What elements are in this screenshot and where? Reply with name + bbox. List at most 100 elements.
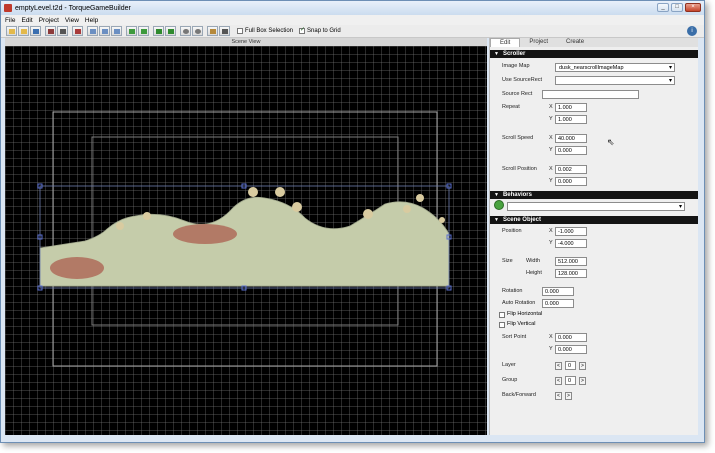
collapse-triangle-icon: ▼ xyxy=(494,51,499,57)
flip-vertical-checkbox[interactable] xyxy=(499,322,505,328)
rotation-input[interactable]: 0.000 xyxy=(542,287,574,296)
scene-canvas[interactable] xyxy=(5,46,487,435)
layer-label: Layer xyxy=(502,362,516,368)
send-back-button[interactable]: < xyxy=(555,392,562,400)
minimize-icon[interactable]: _ xyxy=(657,3,669,12)
zoom-out-icon[interactable] xyxy=(192,26,203,36)
menu-file[interactable]: File xyxy=(5,17,15,24)
import-icon[interactable] xyxy=(45,26,56,36)
open-icon[interactable] xyxy=(18,26,29,36)
new-icon[interactable] xyxy=(6,26,17,36)
image-map-dropdown[interactable]: dusk_nearscrollImageMap xyxy=(555,63,675,72)
tab-create[interactable]: Create xyxy=(557,38,593,47)
shrub-6 xyxy=(363,209,373,219)
layers-icon[interactable] xyxy=(219,26,230,36)
rock-left xyxy=(50,257,104,279)
behavior-dropdown[interactable] xyxy=(507,202,685,211)
shrub-1 xyxy=(116,222,124,230)
group-label: Group xyxy=(502,377,518,383)
save-icon[interactable] xyxy=(30,26,41,36)
zoom-in-icon[interactable] xyxy=(180,26,191,36)
snap-to-grid-checkbox[interactable] xyxy=(299,26,305,34)
layer-decrement-button[interactable]: < xyxy=(555,362,562,370)
scroll-speed-x-label: X xyxy=(549,135,553,141)
sort-point-y-input[interactable]: 0.000 xyxy=(555,345,587,354)
scroll-speed-y-label: Y xyxy=(549,147,553,153)
menu-edit[interactable]: Edit xyxy=(21,17,32,24)
flip-vertical-label: Flip Vertical xyxy=(507,321,536,327)
mouse-cursor-icon: ⇖ xyxy=(607,137,615,147)
group-decrement-button[interactable]: < xyxy=(555,377,562,385)
sort-point-x-input[interactable]: 0.000 xyxy=(555,333,587,342)
use-source-rect-dropdown[interactable] xyxy=(555,76,675,85)
behaviors-section-header[interactable]: ▼ Behaviors xyxy=(490,191,698,199)
scroll-position-x-label: X xyxy=(549,166,553,172)
export-icon[interactable] xyxy=(57,26,68,36)
scene-view[interactable] xyxy=(5,46,487,435)
use-source-rect-label: Use SourceRect xyxy=(502,77,543,83)
menu-help[interactable]: Help xyxy=(85,17,98,24)
full-box-selection-label: Full Box Selection xyxy=(245,28,294,34)
layer-input[interactable]: 0 xyxy=(565,361,576,370)
scene-object-section-header[interactable]: ▼ Scene Object xyxy=(490,216,698,224)
tab-project[interactable]: Project xyxy=(520,38,557,47)
scroll-speed-x-input[interactable]: 40.000 xyxy=(555,134,587,143)
close-icon[interactable]: × xyxy=(685,3,701,12)
full-box-selection-checkbox[interactable] xyxy=(237,28,243,34)
group-input[interactable]: 0 xyxy=(565,376,576,385)
repeat-x-input[interactable]: 1.000 xyxy=(555,103,587,112)
run-game-icon[interactable] xyxy=(165,26,176,36)
size-label: Size xyxy=(502,258,513,264)
tab-edit[interactable]: Edit xyxy=(490,38,521,47)
app-logo-icon xyxy=(4,4,12,12)
copy-icon[interactable] xyxy=(87,26,98,36)
shrub-2 xyxy=(143,212,151,220)
position-y-label: Y xyxy=(549,240,553,246)
menu-project[interactable]: Project xyxy=(39,17,59,24)
add-behavior-icon[interactable] xyxy=(494,200,504,210)
delete-icon[interactable] xyxy=(111,26,122,36)
bring-forward-button[interactable]: > xyxy=(565,392,572,400)
flip-horizontal-label: Flip Horizontal xyxy=(507,311,543,317)
panel-tabs: Edit Project Create xyxy=(490,38,698,47)
sort-point-label: Sort Point xyxy=(502,334,527,340)
scroll-position-x-input[interactable]: 0.002 xyxy=(555,165,587,174)
scroll-position-y-label: Y xyxy=(549,178,553,184)
height-input[interactable]: 128.000 xyxy=(555,269,587,278)
source-rect-input[interactable] xyxy=(542,90,639,99)
auto-rotation-input[interactable]: 0.000 xyxy=(542,299,574,308)
back-forward-label: Back/Forward xyxy=(502,392,536,398)
shrub-4 xyxy=(275,187,285,197)
repeat-y-input[interactable]: 1.000 xyxy=(555,115,587,124)
menu-view[interactable]: View xyxy=(65,17,79,24)
group-increment-button[interactable]: > xyxy=(579,377,586,385)
menu-bar: File Edit Project View Help xyxy=(1,15,704,25)
sort-y-label: Y xyxy=(549,346,553,352)
toolbar: Full Box Selection Snap to Grid i xyxy=(1,25,704,38)
redo-icon[interactable] xyxy=(138,26,149,36)
shrub-3 xyxy=(248,187,258,197)
maximize-icon[interactable]: □ xyxy=(671,3,683,12)
sort-x-label: X xyxy=(549,334,553,340)
scroll-speed-y-input[interactable]: 0.000 xyxy=(555,146,587,155)
full-box-selection-toggle[interactable]: Full Box Selection xyxy=(237,28,293,34)
scroller-section-header[interactable]: ▼ Scroller xyxy=(490,50,698,58)
collapse-triangle-icon: ▼ xyxy=(494,217,499,223)
flip-horizontal-checkbox[interactable] xyxy=(499,312,505,318)
position-x-input[interactable]: -1.000 xyxy=(555,227,587,236)
undo-icon[interactable] xyxy=(126,26,137,36)
scroll-position-y-input[interactable]: 0.000 xyxy=(555,177,587,186)
snap-to-grid-label: Snap to Grid xyxy=(307,28,341,34)
camera-icon[interactable] xyxy=(207,26,218,36)
layer-increment-button[interactable]: > xyxy=(579,362,586,370)
cut-icon[interactable] xyxy=(72,26,83,36)
position-y-input[interactable]: -4.000 xyxy=(555,239,587,248)
play-level-icon[interactable] xyxy=(153,26,164,36)
repeat-x-label: X xyxy=(549,104,553,110)
position-x-label: X xyxy=(549,228,553,234)
paste-icon[interactable] xyxy=(99,26,110,36)
window-title: emptyLevel.t2d - TorqueGameBuilder xyxy=(15,4,131,12)
snap-to-grid-toggle[interactable]: Snap to Grid xyxy=(299,26,341,34)
width-input[interactable]: 512.000 xyxy=(555,257,587,266)
info-icon[interactable]: i xyxy=(687,26,697,36)
